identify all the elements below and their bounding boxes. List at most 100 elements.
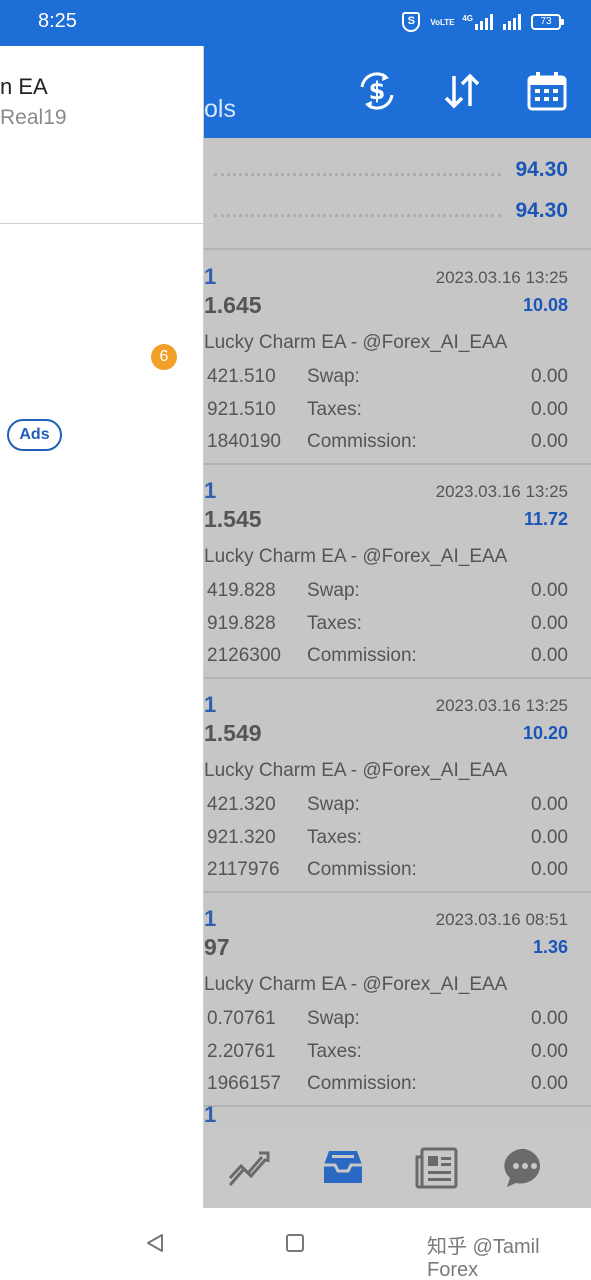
deal-detail-amount: 0.00	[531, 366, 568, 387]
deal-profit: 10.20	[522, 723, 568, 743]
deal-profit: 11.72	[523, 509, 568, 529]
deal-symbol: 1	[204, 478, 217, 503]
deal-detail-value: 921.510	[207, 399, 276, 420]
summary-value: 94.30	[515, 158, 568, 181]
deal-detail-value: 2.20761	[207, 1041, 276, 1062]
status-time: 8:25	[38, 10, 77, 32]
system-nav-bar: 知乎 @Tamil Forex	[0, 1208, 591, 1280]
deal-date: 2023.03.16 13:25	[435, 482, 568, 501]
deal-detail-row: 1966157 Commission: 0.00	[204, 1073, 591, 1097]
deal-detail-row: 0.70761 Swap: 0.00	[204, 1008, 591, 1032]
divider	[0, 223, 204, 224]
deal-detail-row: 2126300 Commission: 0.00	[204, 645, 591, 669]
deal-symbol: 1	[204, 1102, 217, 1127]
deal-detail-label: Taxes:	[307, 613, 362, 634]
deal-price: 1.549	[204, 720, 262, 746]
deal-item[interactable]: 1 1.549 2023.03.16 13:25 10.20 Lucky Cha…	[204, 678, 591, 892]
trade-history-list[interactable]: 94.30 94.30 1 1.645 2023.03.16 13:25 10.…	[204, 138, 591, 1127]
summary-row: 94.30	[204, 199, 591, 229]
deal-date: 2023.03.16 08:51	[435, 910, 568, 929]
deal-detail-value: 419.828	[207, 580, 276, 601]
drawer-account-server: Real19	[0, 106, 67, 129]
deal-detail-value: 2117976	[207, 859, 280, 880]
back-icon[interactable]	[144, 1232, 166, 1259]
battery-level: 73	[540, 16, 552, 27]
deal-detail-label: Taxes:	[307, 399, 362, 420]
signal-icon	[503, 14, 521, 30]
deal-item[interactable]: 1 1.645 2023.03.16 13:25 10.08 Lucky Cha…	[204, 250, 591, 464]
home-icon[interactable]	[286, 1234, 304, 1252]
deal-detail-label: Commission:	[307, 859, 417, 880]
deal-detail-label: Swap:	[307, 794, 360, 815]
deal-detail-label: Taxes:	[307, 1041, 362, 1062]
deal-item[interactable]: 1 1.545 2023.03.16 13:25 11.72 Lucky Cha…	[204, 464, 591, 678]
deal-detail-amount: 0.00	[531, 827, 568, 848]
deal-detail-label: Swap:	[307, 1008, 360, 1029]
deal-detail-amount: 0.00	[531, 645, 568, 666]
deal-item[interactable]: 1	[204, 1102, 591, 1127]
summary-value: 94.30	[515, 199, 568, 222]
volte-indicator: VoLTE	[430, 17, 455, 27]
deal-comment: Lucky Charm EA - @Forex_AI_EAA	[204, 546, 508, 567]
deal-detail-amount: 0.00	[531, 613, 568, 634]
chart-icon[interactable]	[224, 1145, 274, 1191]
deal-detail-amount: 0.00	[531, 431, 568, 452]
deal-detail-value: 921.320	[207, 827, 276, 848]
shield-icon: S	[402, 12, 421, 32]
deal-price: 1.645	[204, 292, 262, 318]
deal-profit: 1.36	[532, 937, 568, 957]
currency-exchange-icon[interactable]: $	[356, 70, 398, 112]
deal-detail-value: 2126300	[207, 645, 281, 666]
deal-detail-amount: 0.00	[531, 580, 568, 601]
deal-detail-amount: 0.00	[531, 399, 568, 420]
deal-detail-value: 0.70761	[207, 1008, 276, 1029]
deal-symbol: 1	[204, 692, 217, 717]
status-bar: 8:25 S VoLTE 4G 73	[0, 0, 591, 46]
deal-detail-row: 419.828 Swap: 0.00	[204, 580, 591, 604]
page-title: ols	[204, 95, 236, 123]
deal-date: 2023.03.16 13:25	[435, 696, 568, 715]
deal-detail-label: Commission:	[307, 645, 417, 666]
summary-row: 94.30	[204, 158, 591, 188]
deal-detail-label: Swap:	[307, 580, 360, 601]
deal-detail-row: 2.20761 Taxes: 0.00	[204, 1041, 591, 1065]
signal-icon	[475, 14, 493, 30]
deal-detail-amount: 0.00	[531, 794, 568, 815]
calendar-icon[interactable]	[526, 70, 568, 112]
deal-detail-row: 1840190 Commission: 0.00	[204, 431, 591, 455]
deal-detail-row: 919.828 Taxes: 0.00	[204, 613, 591, 637]
deal-detail-label: Commission:	[307, 1073, 417, 1094]
deal-item[interactable]: 1 97 2023.03.16 08:51 1.36 Lucky Charm E…	[204, 892, 591, 1106]
deal-detail-amount: 0.00	[531, 1008, 568, 1029]
deal-detail-value: 1840190	[207, 431, 281, 452]
deal-detail-row: 421.320 Swap: 0.00	[204, 794, 591, 818]
deal-price: 97	[204, 934, 230, 960]
deal-detail-row: 421.510 Swap: 0.00	[204, 366, 591, 390]
sort-icon[interactable]	[441, 70, 483, 112]
deal-comment: Lucky Charm EA - @Forex_AI_EAA	[204, 974, 508, 995]
navigation-drawer[interactable]: n EA Real19 6 Ads	[0, 46, 204, 1208]
deal-detail-amount: 0.00	[531, 859, 568, 880]
watermark: 知乎 @Tamil Forex	[427, 1236, 540, 1280]
deal-detail-value: 421.320	[207, 794, 276, 815]
history-inbox-icon[interactable]	[318, 1145, 368, 1191]
deal-detail-amount: 0.00	[531, 1041, 568, 1062]
battery-icon: 73	[531, 14, 564, 30]
status-icons: S VoLTE 4G 73	[402, 12, 564, 32]
svg-text:$: $	[369, 77, 386, 105]
deal-detail-row: 921.320 Taxes: 0.00	[204, 827, 591, 851]
deal-symbol: 1	[204, 906, 217, 931]
notification-badge[interactable]: 6	[151, 344, 177, 370]
deal-detail-value: 1966157	[207, 1073, 281, 1094]
news-icon[interactable]	[412, 1145, 462, 1191]
chat-icon[interactable]	[500, 1145, 550, 1191]
deal-detail-label: Taxes:	[307, 827, 362, 848]
deal-comment: Lucky Charm EA - @Forex_AI_EAA	[204, 760, 508, 781]
ads-badge[interactable]: Ads	[7, 419, 62, 451]
deal-detail-value: 919.828	[207, 613, 276, 634]
deal-profit: 10.08	[522, 295, 568, 315]
deal-detail-value: 421.510	[207, 366, 276, 387]
drawer-account-name: n EA	[0, 74, 48, 99]
deal-detail-label: Swap:	[307, 366, 360, 387]
deal-detail-row: 921.510 Taxes: 0.00	[204, 399, 591, 423]
